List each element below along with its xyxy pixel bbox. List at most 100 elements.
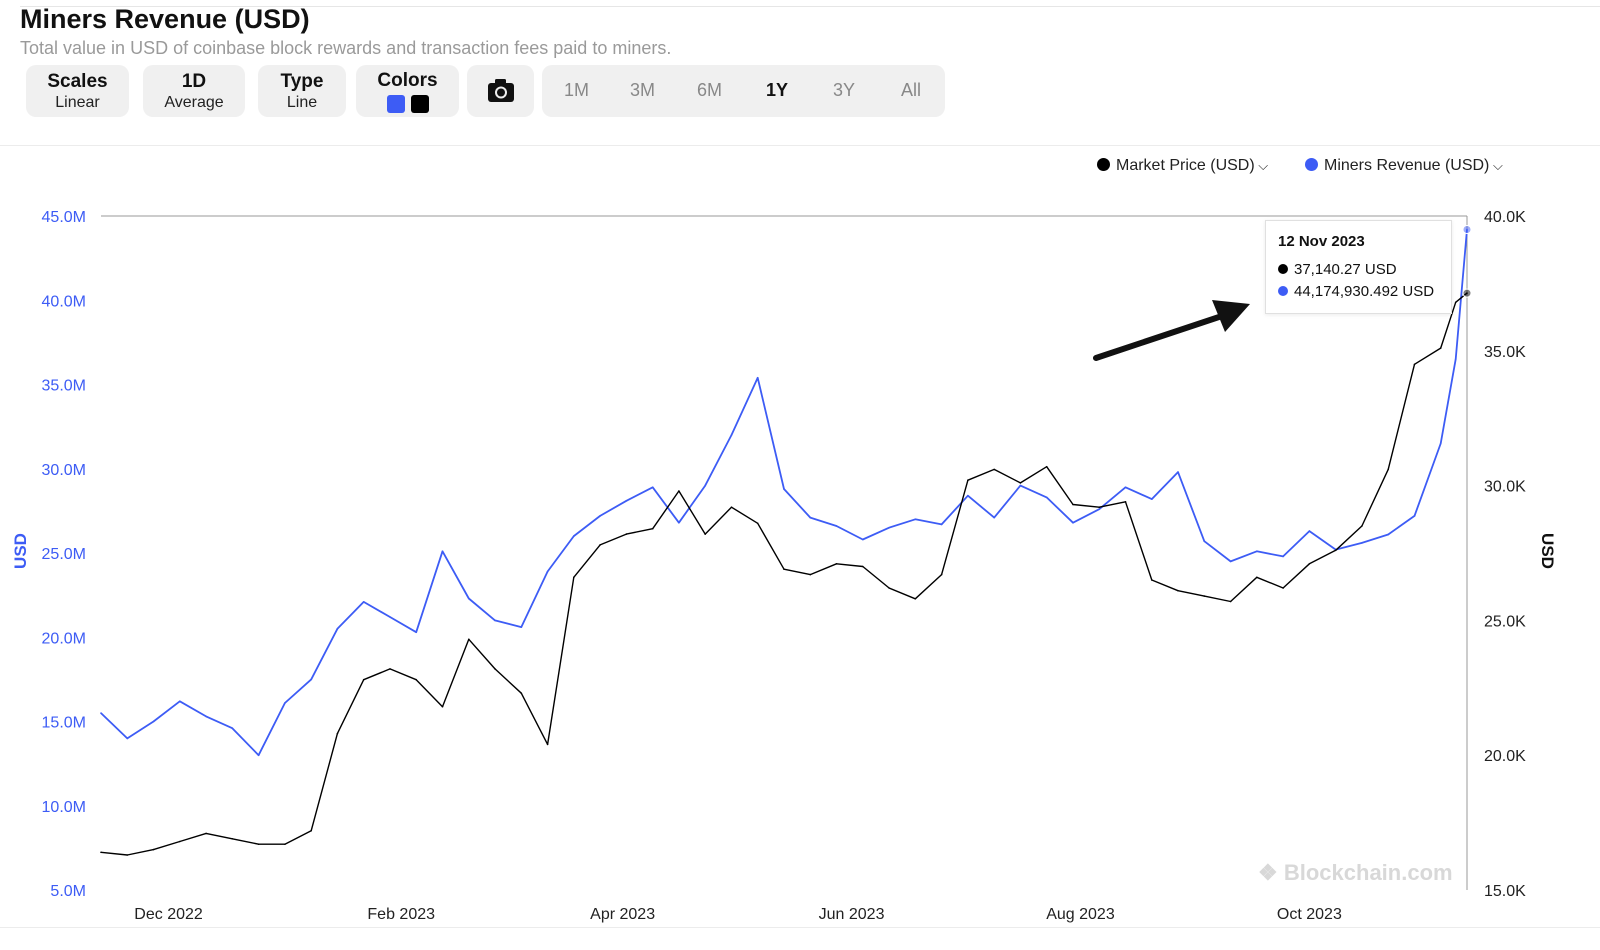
data-point[interactable] (100, 712, 102, 714)
data-point[interactable] (415, 678, 418, 681)
data-point[interactable] (362, 678, 365, 681)
data-point[interactable] (888, 587, 890, 589)
data-point[interactable] (914, 518, 917, 521)
data-point[interactable] (152, 848, 155, 851)
data-point[interactable] (1282, 587, 1284, 589)
data-point[interactable] (1454, 358, 1457, 361)
data-point[interactable] (914, 598, 917, 600)
data-point[interactable] (1334, 549, 1337, 552)
data-point[interactable] (599, 515, 601, 517)
series-line-miners-revenue[interactable] (100, 229, 1468, 757)
data-point[interactable] (179, 700, 181, 703)
data-point[interactable] (1124, 486, 1127, 489)
data-point[interactable] (257, 843, 260, 845)
data-point[interactable] (940, 523, 943, 526)
data-point[interactable] (1308, 530, 1311, 532)
data-point[interactable] (231, 727, 234, 729)
data-point[interactable] (993, 468, 995, 471)
data-point[interactable] (441, 550, 444, 553)
data-point[interactable] (205, 715, 207, 718)
data-point[interactable] (1177, 589, 1179, 592)
data-point[interactable] (1151, 579, 1153, 581)
data-point[interactable] (546, 570, 549, 573)
data-point[interactable] (1019, 482, 1022, 484)
data-point[interactable] (1439, 442, 1442, 445)
data-point[interactable] (809, 516, 812, 519)
data-point[interactable] (730, 506, 733, 509)
data-point[interactable] (783, 488, 785, 490)
data-point[interactable] (1203, 595, 1206, 597)
data-point[interactable] (494, 619, 496, 622)
data-point[interactable] (1256, 550, 1258, 553)
data-point[interactable] (651, 486, 654, 489)
data-point[interactable] (704, 484, 706, 487)
data-point[interactable] (520, 692, 523, 694)
data-point[interactable] (1413, 363, 1416, 366)
hover-point[interactable] (1462, 288, 1472, 298)
data-point[interactable] (494, 668, 496, 670)
data-point[interactable] (1229, 600, 1232, 603)
data-point[interactable] (468, 638, 470, 641)
data-point[interactable] (100, 851, 102, 854)
data-point[interactable] (967, 494, 969, 497)
data-point[interactable] (310, 829, 313, 832)
hover-point[interactable] (1462, 224, 1472, 234)
data-point[interactable] (625, 533, 628, 535)
data-point[interactable] (336, 732, 339, 735)
data-point[interactable] (809, 573, 812, 576)
data-point[interactable] (704, 533, 706, 535)
data-point[interactable] (1124, 501, 1127, 503)
data-point[interactable] (1256, 576, 1258, 579)
data-point[interactable] (1229, 560, 1232, 563)
data-point[interactable] (651, 527, 654, 530)
data-point[interactable] (284, 702, 286, 704)
data-point[interactable] (1387, 533, 1389, 536)
data-point[interactable] (756, 522, 759, 525)
data-point[interactable] (940, 573, 943, 576)
data-point[interactable] (257, 754, 260, 756)
data-point[interactable] (1454, 301, 1457, 304)
data-point[interactable] (573, 576, 575, 579)
data-point[interactable] (993, 516, 995, 519)
data-point[interactable] (783, 568, 785, 570)
data-point[interactable] (362, 601, 365, 603)
data-point[interactable] (468, 597, 470, 600)
chart-canvas[interactable]: 5.0M 10.0M 15.0M 20.0M 25.0M 30.0M 35.0M 40.0M 4… (0, 0, 1600, 950)
data-point[interactable] (888, 526, 890, 529)
data-point[interactable] (1203, 540, 1206, 542)
data-point[interactable] (835, 563, 838, 565)
data-point[interactable] (546, 743, 549, 746)
data-point[interactable] (1439, 347, 1442, 349)
data-point[interactable] (1387, 468, 1389, 471)
data-point[interactable] (152, 720, 155, 723)
data-point[interactable] (231, 838, 234, 840)
data-point[interactable] (862, 538, 864, 541)
data-point[interactable] (1361, 525, 1363, 527)
data-point[interactable] (1098, 506, 1100, 509)
data-point[interactable] (835, 525, 838, 527)
data-point[interactable] (678, 521, 680, 524)
data-point[interactable] (1177, 471, 1179, 473)
data-point[interactable] (678, 490, 680, 492)
data-point[interactable] (1151, 498, 1153, 500)
data-point[interactable] (756, 377, 759, 379)
data-point[interactable] (205, 832, 207, 835)
data-point[interactable] (1045, 496, 1048, 499)
series-line-market-price[interactable] (100, 292, 1468, 856)
data-point[interactable] (599, 544, 601, 546)
data-point[interactable] (126, 854, 129, 856)
data-point[interactable] (441, 705, 444, 708)
data-point[interactable] (730, 434, 733, 436)
data-point[interactable] (862, 565, 864, 568)
data-point[interactable] (520, 626, 523, 628)
data-point[interactable] (1098, 508, 1100, 511)
data-point[interactable] (1019, 484, 1022, 487)
data-point[interactable] (284, 843, 286, 845)
data-point[interactable] (389, 616, 391, 618)
data-point[interactable] (336, 628, 339, 630)
data-point[interactable] (573, 535, 575, 537)
data-point[interactable] (1282, 555, 1284, 558)
data-point[interactable] (1308, 563, 1311, 565)
data-point[interactable] (1045, 465, 1048, 468)
data-point[interactable] (1413, 515, 1416, 517)
